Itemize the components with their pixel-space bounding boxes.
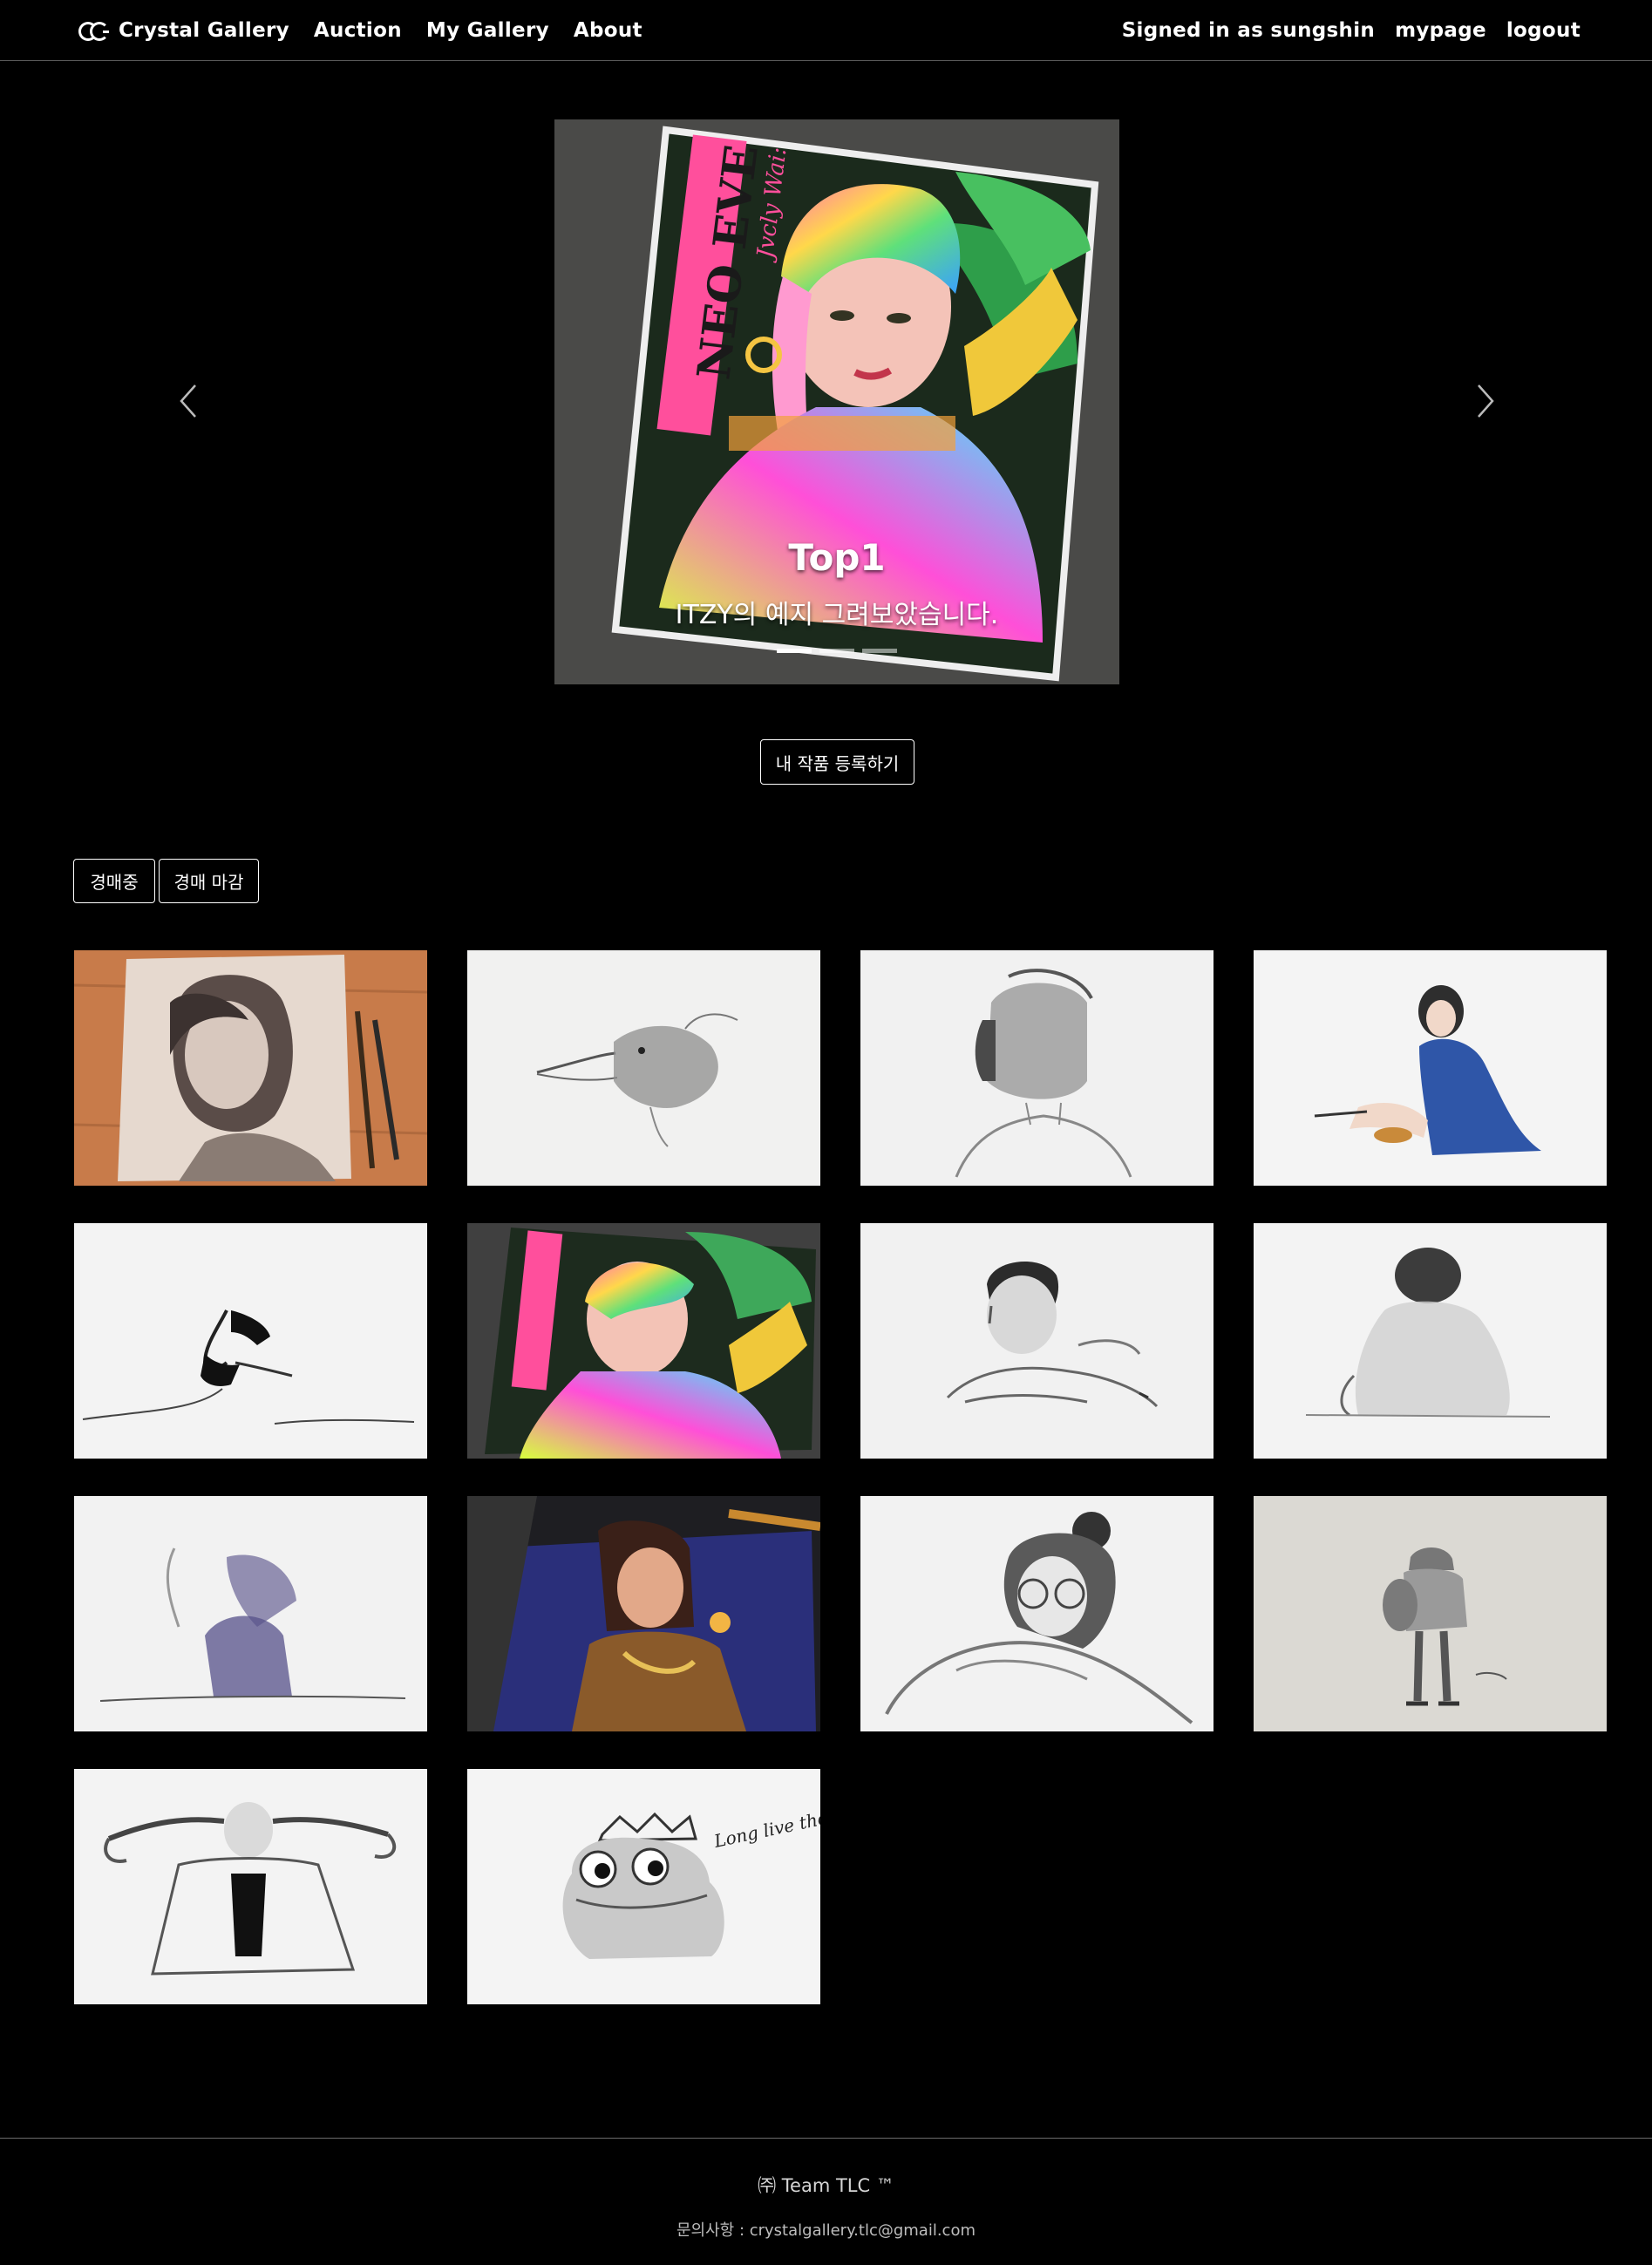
top-artwork-carousel[interactable]: NEO EVE Jvcly Wai: Top1 ITZY의 예지 그려보았습니다… — [554, 119, 1119, 684]
gallery-item-11[interactable] — [860, 1496, 1214, 1731]
artwork-thumbnail — [74, 1769, 427, 2004]
artwork-thumbnail — [467, 1496, 820, 1731]
top-navbar: Crystal Gallery Auction My Gallery About… — [0, 0, 1652, 61]
slide-caption: ITZY의 예지 그려보았습니다. — [675, 600, 999, 630]
artwork-thumbnail — [1254, 950, 1607, 1186]
gallery-item-10[interactable] — [467, 1496, 820, 1731]
gallery-item-4[interactable] — [1254, 950, 1607, 1186]
nav-link-my-gallery[interactable]: My Gallery — [426, 19, 549, 42]
gallery-item-9[interactable] — [74, 1496, 427, 1731]
logout-link[interactable]: logout — [1506, 19, 1581, 42]
cg-logo-icon — [78, 21, 110, 41]
brand-name: Crystal Gallery — [119, 19, 289, 42]
artwork-thumbnail: Long live the King! — [467, 1769, 820, 2004]
nav-left-group: Crystal Gallery Auction My Gallery About — [78, 0, 667, 61]
artwork-thumbnail — [467, 950, 820, 1186]
nav-link-about[interactable]: About — [574, 19, 642, 42]
artwork-thumbnail — [860, 1223, 1214, 1459]
artwork-thumbnail — [74, 1223, 427, 1459]
artwork-thumbnail — [74, 950, 427, 1186]
gallery-item-5[interactable] — [74, 1223, 427, 1459]
mypage-link[interactable]: mypage — [1395, 19, 1486, 42]
filter-ongoing-button[interactable]: 경매중 — [73, 859, 155, 903]
register-artwork-button[interactable]: 내 작품 등록하기 — [760, 739, 914, 785]
gallery-item-7[interactable] — [860, 1223, 1214, 1459]
gallery-item-2[interactable] — [467, 950, 820, 1186]
footer-contact-email[interactable]: 문의사항 : crystalgallery.tlc@gmail.com — [0, 2218, 1652, 2241]
carousel-indicators — [777, 649, 905, 653]
gallery-item-12[interactable] — [1254, 1496, 1607, 1731]
gallery-item-3[interactable] — [860, 950, 1214, 1186]
signed-in-status: Signed in as sungshin — [1121, 19, 1376, 42]
gallery-item-13[interactable] — [74, 1769, 427, 2004]
carousel-indicator-1[interactable] — [777, 649, 812, 653]
carousel-indicator-3[interactable] — [862, 649, 897, 653]
artwork-thumbnail — [74, 1496, 427, 1731]
chevron-right-icon — [1478, 384, 1494, 418]
filter-closed-button[interactable]: 경매 마감 — [159, 859, 259, 903]
artwork-thumbnail — [860, 1496, 1214, 1731]
carousel-prev-button[interactable] — [171, 375, 206, 427]
carousel-next-button[interactable] — [1468, 375, 1503, 427]
artwork-thumbnail — [1254, 1496, 1607, 1731]
nav-right-group: Signed in as sungshin mypage logout — [1102, 0, 1581, 61]
carousel-indicator-2[interactable] — [819, 649, 854, 653]
artwork-thumbnail — [1254, 1223, 1607, 1459]
brand-link[interactable]: Crystal Gallery — [78, 19, 289, 42]
gallery-item-1[interactable] — [74, 950, 427, 1186]
gallery-item-8[interactable] — [1254, 1223, 1607, 1459]
artwork-thumbnail — [860, 950, 1214, 1186]
slide-title: Top1 — [788, 536, 886, 579]
nav-link-auction[interactable]: Auction — [314, 19, 402, 42]
artwork-thumbnail — [467, 1223, 820, 1459]
chevron-left-icon — [180, 384, 196, 418]
gallery-item-14[interactable]: Long live the King! — [467, 1769, 820, 2004]
footer-team-name: ㈜ Team TLC ™ — [758, 2175, 894, 2196]
gallery-item-6[interactable] — [467, 1223, 820, 1459]
footer: ㈜ Team TLC ™ 문의사항 : crystalgallery.tlc@g… — [0, 2138, 1652, 2265]
